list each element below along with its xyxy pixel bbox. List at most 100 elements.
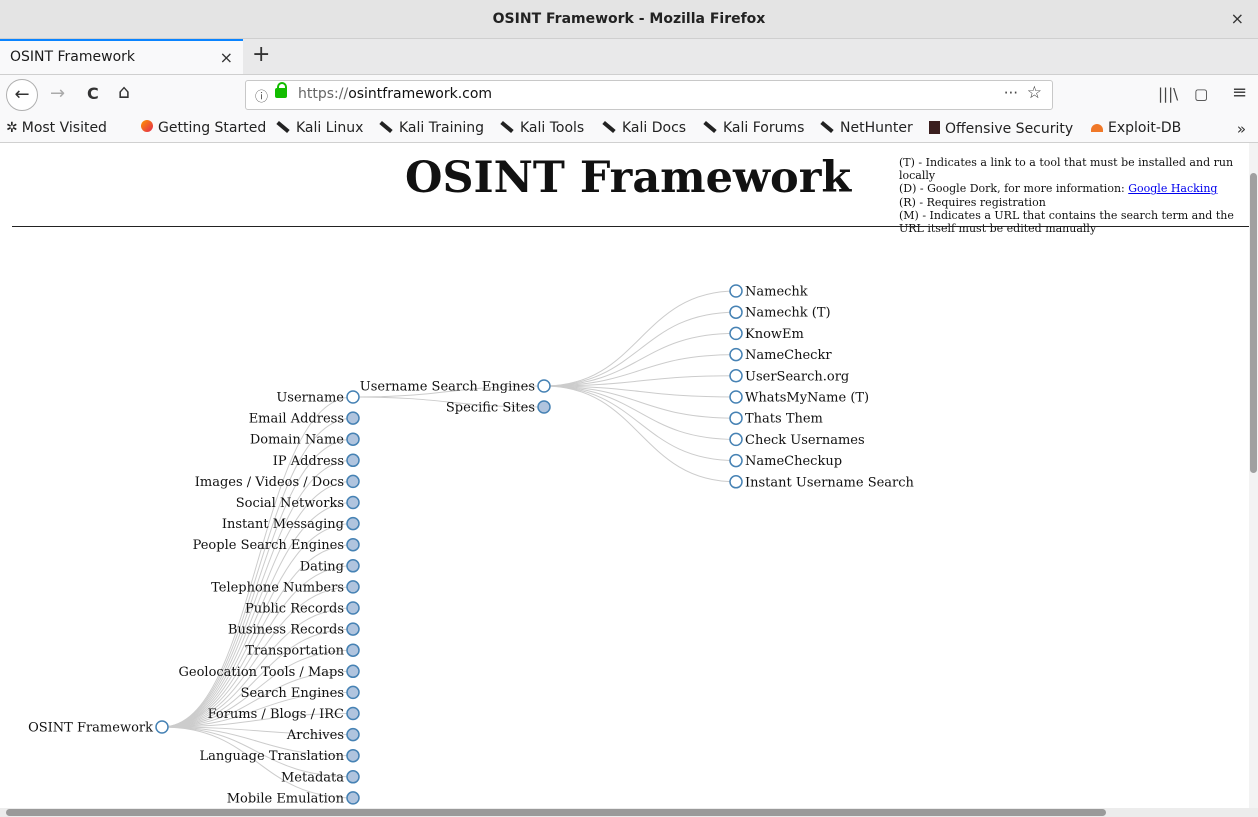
tree-node-circle[interactable] <box>346 770 360 784</box>
bookmark-kali-tools[interactable]: Kali Tools <box>500 120 584 136</box>
tree-tool-node[interactable]: NameCheckr <box>729 347 832 363</box>
window-close-button[interactable]: × <box>1231 9 1244 28</box>
tree-node-label[interactable]: Forums / Blogs / IRC <box>208 707 344 722</box>
tree-node-label[interactable]: Namechk <box>745 285 808 300</box>
vertical-scroll-thumb[interactable] <box>1250 173 1257 473</box>
reload-button[interactable]: C <box>87 84 99 103</box>
bookmark-kali-training[interactable]: Kali Training <box>379 120 484 136</box>
tree-node-label[interactable]: NameCheckup <box>745 454 842 469</box>
tree-node-label[interactable]: OSINT Framework <box>28 721 153 736</box>
tree-category-node[interactable]: Telephone Numbers <box>211 580 360 595</box>
forward-button[interactable]: → <box>50 83 65 104</box>
bookmark-kali-forums[interactable]: Kali Forums <box>703 120 804 136</box>
tree-category-node[interactable]: Domain Name <box>250 432 360 448</box>
tree-node-circle[interactable] <box>346 580 360 594</box>
tree-category-node[interactable]: Mobile Emulation <box>227 791 360 806</box>
tree-tool-node[interactable]: Thats Them <box>729 411 823 427</box>
page-actions-button[interactable]: ··· <box>1004 84 1018 102</box>
bookmark-star-icon[interactable]: ☆ <box>1027 83 1042 103</box>
tree-root-node[interactable]: OSINT Framework <box>28 720 169 736</box>
tree-node-circle[interactable] <box>346 411 360 425</box>
tree-category-node[interactable]: People Search Engines <box>193 537 360 553</box>
tree-node-circle[interactable] <box>537 400 551 414</box>
tree-node-circle[interactable] <box>537 379 551 393</box>
url-bar[interactable]: ⓘ https://osintframework.com ··· ☆ <box>245 80 1053 110</box>
bookmarks-overflow-button[interactable]: » <box>1237 120 1246 138</box>
bookmark-exploit-db[interactable]: Exploit-DB <box>1091 120 1181 136</box>
tree-node-label[interactable]: Images / Videos / Docs <box>195 475 344 490</box>
tree-node-label[interactable]: Domain Name <box>250 433 344 448</box>
tab-osint-framework[interactable]: OSINT Framework × <box>0 39 243 74</box>
tree-tool-node[interactable]: WhatsMyName (T) <box>729 390 869 406</box>
tree-category-node[interactable]: Geolocation Tools / Maps <box>179 664 360 680</box>
tree-node-circle[interactable] <box>346 622 360 636</box>
tree-node-label[interactable]: Dating <box>300 559 344 574</box>
tree-node-circle[interactable] <box>346 453 360 468</box>
tree-node-label[interactable]: Telephone Numbers <box>211 580 344 595</box>
tree-category-node[interactable]: Search Engines <box>241 685 360 701</box>
back-button[interactable]: ← <box>6 79 38 111</box>
tree-node-label[interactable]: KnowEm <box>745 327 804 342</box>
tree-node-circle[interactable] <box>346 432 360 446</box>
tree-tool-node[interactable]: Check Usernames <box>729 432 865 448</box>
menu-icon[interactable]: ≡ <box>1232 82 1247 103</box>
vertical-scrollbar[interactable] <box>1249 143 1258 808</box>
tree-node-label[interactable]: IP Address <box>273 454 344 469</box>
tree-node-label[interactable]: Language Translation <box>199 749 344 764</box>
tree-node-circle[interactable] <box>346 664 360 679</box>
tree-node-circle[interactable] <box>729 453 743 468</box>
tree-node-label[interactable]: Namechk (T) <box>745 306 831 321</box>
bookmark-offensive-security[interactable]: Offensive Security <box>929 120 1073 137</box>
tree-node-label[interactable]: Search Engines <box>241 686 344 701</box>
tree-node-circle[interactable] <box>346 706 360 721</box>
tree-node-circle[interactable] <box>729 369 743 383</box>
tree-node-circle[interactable] <box>729 347 743 362</box>
tree-category-node[interactable]: Dating <box>300 559 360 574</box>
lock-icon[interactable] <box>275 82 287 98</box>
bookmark-getting-started[interactable]: Getting Started <box>141 120 266 136</box>
tree-node-label[interactable]: Mobile Emulation <box>227 791 345 806</box>
tree-node-circle[interactable] <box>729 305 743 319</box>
tree-tool-node[interactable]: Namechk <box>729 284 808 300</box>
tree-node-circle[interactable] <box>346 537 360 552</box>
tree-node-circle[interactable] <box>729 284 743 298</box>
tab-close-icon[interactable]: × <box>220 48 233 67</box>
tree-node-circle[interactable] <box>346 390 360 404</box>
tree-node-label[interactable]: Social Networks <box>236 496 344 511</box>
tree-node-label[interactable]: Archives <box>286 728 344 743</box>
horizontal-scrollbar[interactable] <box>0 808 1258 817</box>
tree-node-label[interactable]: Public Records <box>245 602 344 617</box>
tree-node-circle[interactable] <box>729 475 743 489</box>
tree-node-label[interactable]: Username Search Engines <box>360 380 535 395</box>
bookmark-nethunter[interactable]: NetHunter <box>820 120 913 136</box>
home-button[interactable]: ⌂ <box>118 81 130 103</box>
tree-tool-node[interactable]: UserSearch.org <box>729 369 849 384</box>
tree-node-label[interactable]: Check Usernames <box>745 433 865 448</box>
tree-category-node[interactable]: Images / Videos / Docs <box>195 474 360 490</box>
library-icon[interactable]: |||\ <box>1158 85 1178 103</box>
tree-category-node[interactable]: Instant Messaging <box>222 516 360 532</box>
tree-subcategory-node[interactable]: Username Search Engines <box>360 379 551 395</box>
tree-category-node[interactable]: Metadata <box>281 770 360 785</box>
tree-node-circle[interactable] <box>729 326 743 341</box>
new-tab-button[interactable]: + <box>252 42 270 67</box>
tree-subcategory-node[interactable]: Specific Sites <box>446 400 551 416</box>
tree-category-node[interactable]: Business Records <box>228 622 360 638</box>
tree-node-label[interactable]: Geolocation Tools / Maps <box>179 665 344 680</box>
bookmark-kali-linux[interactable]: Kali Linux <box>276 120 363 136</box>
bookmark-most-visited[interactable]: ✲ Most Visited <box>6 120 107 136</box>
tree-node-label[interactable]: Transportation <box>245 644 344 659</box>
tree-node-circle[interactable] <box>346 727 360 742</box>
tree-category-node[interactable]: Social Networks <box>236 495 360 511</box>
url-text[interactable]: https://osintframework.com <box>298 86 492 102</box>
tree-tool-node[interactable]: Namechk (T) <box>729 305 831 321</box>
tree-node-circle[interactable] <box>346 685 360 700</box>
info-icon[interactable]: ⓘ <box>255 86 268 105</box>
tree-node-circle[interactable] <box>346 748 360 763</box>
bookmark-kali-docs[interactable]: Kali Docs <box>602 120 686 136</box>
tree-node-label[interactable]: Specific Sites <box>446 401 535 416</box>
tree-node-label[interactable]: Business Records <box>228 623 344 638</box>
tree-node-label[interactable]: NameCheckr <box>745 348 832 363</box>
tree-node-label[interactable]: Metadata <box>281 770 344 785</box>
tree-node-circle[interactable] <box>346 601 360 615</box>
